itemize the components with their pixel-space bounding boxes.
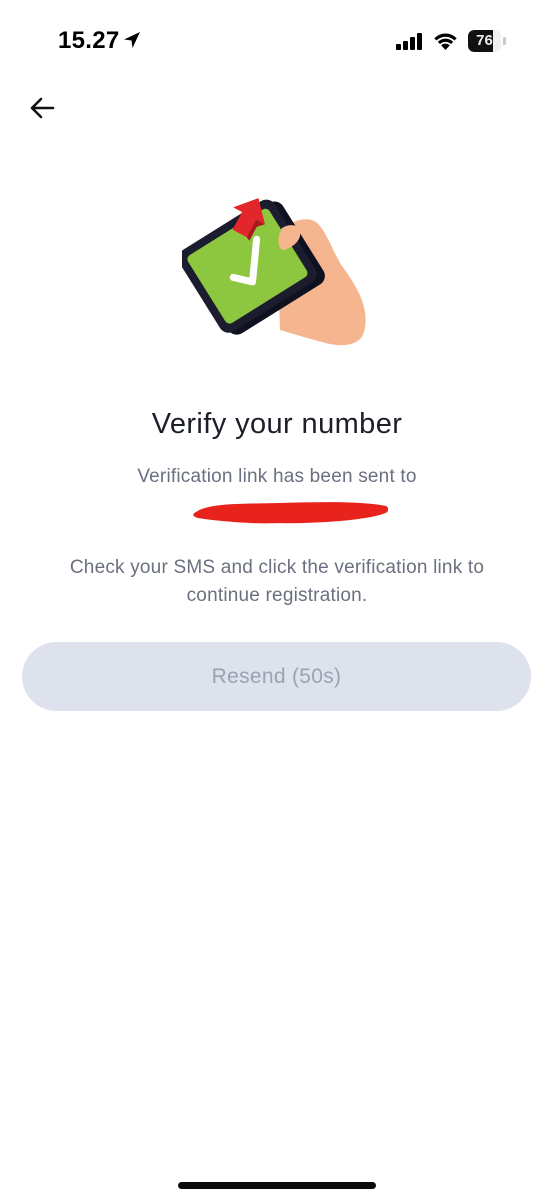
battery-level: 76 [476,32,493,49]
battery-cap [503,37,506,45]
page-title: Verify your number [151,408,403,440]
verification-sent-text: Verification link has been sent to [137,466,417,487]
back-button[interactable] [22,88,62,128]
cellular-signal-icon [396,33,422,50]
home-indicator[interactable] [178,1182,376,1189]
instruction-text: Check your SMS and click the verificatio… [69,557,485,606]
status-bar: 15.27 76 [0,0,554,84]
battery-indicator: 76 [468,30,508,52]
wifi-icon [434,33,457,50]
arrow-left-icon [30,97,55,119]
phone-verified-icon [182,198,366,346]
redacted-phone-number [193,502,388,524]
location-arrow-icon [124,32,140,48]
status-time: 15.27 [58,27,120,54]
resend-button[interactable]: Resend (50s) [22,642,531,711]
